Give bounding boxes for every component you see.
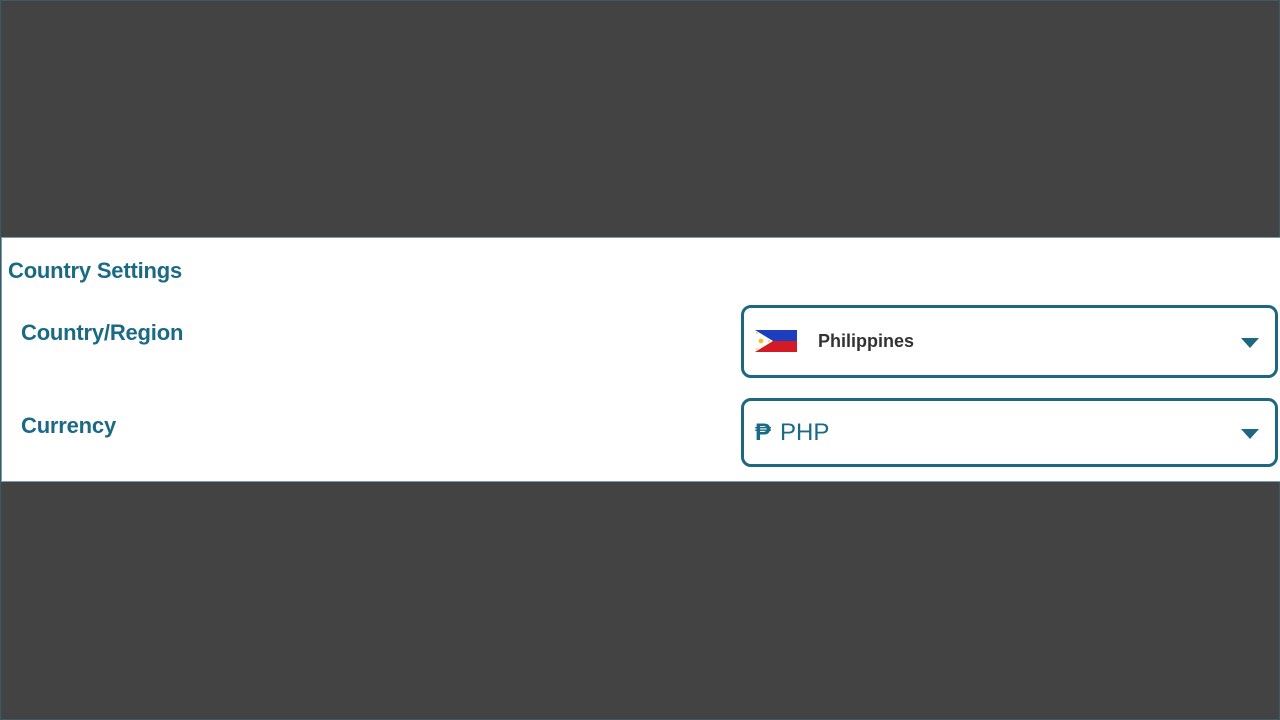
- country-settings-panel: Country Settings Country/Region Philippi…: [1, 237, 1280, 482]
- currency-value: PHP: [780, 419, 830, 446]
- peso-symbol: ₱: [755, 419, 772, 446]
- country-region-label: Country/Region: [21, 320, 184, 345]
- chevron-down-icon: [1241, 429, 1259, 439]
- section-title: Country Settings: [8, 258, 183, 283]
- country-region-select[interactable]: Philippines: [741, 305, 1278, 378]
- currency-label: Currency: [21, 413, 116, 438]
- philippines-flag-icon: [755, 330, 797, 352]
- currency-select[interactable]: ₱ PHP: [741, 398, 1278, 467]
- chevron-down-icon: [1241, 338, 1259, 348]
- country-region-value: Philippines: [818, 331, 915, 351]
- screen: Country Settings Country/Region Philippi…: [0, 0, 1280, 720]
